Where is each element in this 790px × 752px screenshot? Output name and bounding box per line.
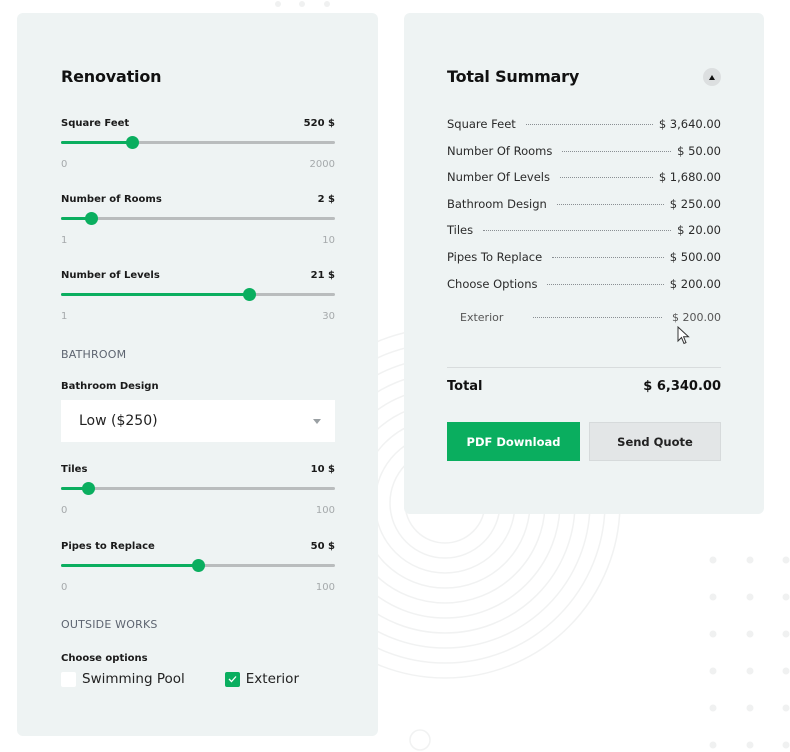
summary-row-value: $ 50.00 (677, 143, 721, 158)
slider-handle[interactable] (81, 482, 95, 495)
dotted-leader (547, 283, 664, 285)
slider-track[interactable] (61, 482, 335, 495)
dotted-leader (556, 203, 664, 205)
summary-row: Choose Options $ 200.00 (447, 277, 721, 304)
bathroom-design-select[interactable]: Low ($250) (61, 400, 335, 442)
slider-value: 50 $ (310, 541, 335, 552)
exterior-checkbox[interactable] (224, 671, 240, 687)
slider-label: Number of Levels (61, 270, 160, 281)
slider-max-label: 100 (315, 582, 335, 593)
choose-options-label: Choose options (61, 653, 148, 664)
summary-row: Bathroom Design $ 250.00 (447, 197, 721, 224)
summary-row-label: Number Of Rooms (447, 143, 553, 158)
slider-fill (61, 293, 250, 296)
summary-row-label: Number Of Levels (447, 170, 550, 185)
summary-row: Number Of Levels $ 1,680.00 (447, 170, 721, 197)
summary-row-value: $ 200.00 (669, 276, 721, 291)
total-value: $ 6,340.00 (643, 379, 721, 394)
dotted-leader (559, 177, 653, 179)
slider-handle[interactable] (243, 288, 257, 301)
summary-row-value: $ 200.00 (672, 311, 721, 325)
option-exterior[interactable]: Exterior (224, 671, 299, 687)
summary-row-label: Bathroom Design (447, 196, 547, 211)
select-value: Low ($250) (79, 413, 158, 429)
summary-row-label: Exterior (460, 311, 504, 325)
dotted-leader (562, 150, 672, 152)
slider-min-label: 0 (61, 159, 68, 170)
slider-fill (61, 564, 198, 567)
summary-row-label: Pipes To Replace (447, 249, 543, 264)
rooms-slider: Number of Rooms 2 $ 1 10 (61, 194, 335, 246)
slider-handle[interactable] (84, 212, 98, 225)
caret-down-icon (313, 418, 321, 424)
total-row: Total $ 6,340.00 (447, 379, 721, 394)
tiles-slider: Tiles 10 $ 0 100 (61, 464, 335, 516)
summary-row-value: $ 3,640.00 (658, 117, 721, 131)
slider-label: Number of Rooms (61, 194, 162, 205)
pipes-slider: Pipes to Replace 50 $ 0 100 (61, 541, 335, 593)
slider-min-label: 0 (61, 582, 68, 593)
slider-fill (61, 141, 133, 144)
slider-track[interactable] (61, 212, 335, 225)
summary-row-value: $ 500.00 (669, 249, 721, 264)
summary-row: Pipes To Replace $ 500.00 (447, 250, 721, 277)
summary-row: Tiles $ 20.00 (447, 223, 721, 250)
slider-min-label: 0 (61, 505, 68, 516)
mouse-cursor-icon (677, 326, 690, 345)
dotted-leader (552, 256, 664, 258)
slider-max-label: 10 (322, 235, 335, 246)
slider-value: 520 $ (303, 118, 335, 129)
dotted-leader (525, 124, 653, 125)
option-swimming-pool[interactable]: Swimming Pool (61, 671, 185, 687)
renovation-panel: Renovation Square Feet 520 $ 0 2000 Numb… (17, 13, 378, 736)
bathroom-design-label: Bathroom Design (61, 381, 159, 392)
send-quote-button[interactable]: Send Quote (589, 422, 721, 461)
bathroom-section-label: BATHROOM (61, 348, 127, 361)
slider-value: 2 $ (317, 194, 335, 205)
slider-value: 21 $ (310, 270, 335, 281)
checkmark-icon (228, 676, 237, 683)
outside-works-section-label: OUTSIDE WORKS (61, 618, 158, 631)
summary-row-value: $ 1,680.00 (658, 170, 721, 185)
levels-slider: Number of Levels 21 $ 1 30 (61, 270, 335, 322)
slider-max-label: 100 (315, 505, 335, 516)
slider-handle[interactable] (191, 559, 205, 572)
slider-min-label: 1 (61, 235, 68, 246)
pdf-download-button[interactable]: PDF Download (447, 422, 580, 461)
chevron-up-icon (709, 74, 715, 80)
summary-row-label: Choose Options (447, 276, 538, 291)
dotted-leader (483, 230, 672, 232)
slider-handle[interactable] (125, 136, 139, 149)
slider-label: Square Feet (61, 118, 130, 129)
slider-value: 10 $ (310, 464, 335, 475)
summary-row-label: Tiles (447, 223, 474, 238)
square-feet-slider: Square Feet 520 $ 0 2000 (61, 118, 335, 170)
slider-track[interactable] (61, 136, 335, 149)
slider-max-label: 2000 (309, 159, 335, 170)
swimming-pool-checkbox[interactable] (61, 671, 76, 687)
dotted-leader (533, 317, 663, 319)
total-label: Total (447, 379, 483, 394)
summary-row-label: Square Feet (447, 117, 516, 131)
renovation-title: Renovation (61, 67, 162, 86)
slider-label: Pipes to Replace (61, 541, 155, 552)
summary-divider (447, 367, 721, 368)
summary-title: Total Summary (447, 67, 580, 86)
slider-min-label: 1 (61, 311, 68, 322)
collapse-button[interactable] (703, 68, 721, 86)
slider-track[interactable] (61, 288, 335, 301)
summary-row-value: $ 20.00 (677, 223, 721, 238)
slider-track[interactable] (61, 559, 335, 572)
total-summary-panel: Total Summary Square Feet $ 3,640.00 Numb… (404, 13, 764, 514)
checkbox-label: Swimming Pool (82, 671, 185, 687)
summary-row: Square Feet $ 3,640.00 (447, 117, 721, 144)
summary-row: Number Of Rooms $ 50.00 (447, 144, 721, 171)
checkbox-label: Exterior (245, 671, 299, 687)
summary-list: Square Feet $ 3,640.00 Number Of Rooms $ 5… (447, 117, 721, 338)
options-checkbox-group: Swimming Pool Exterior (61, 671, 339, 687)
slider-max-label: 30 (322, 311, 335, 322)
slider-label: Tiles (61, 464, 88, 475)
summary-row-value: $ 250.00 (669, 196, 721, 211)
